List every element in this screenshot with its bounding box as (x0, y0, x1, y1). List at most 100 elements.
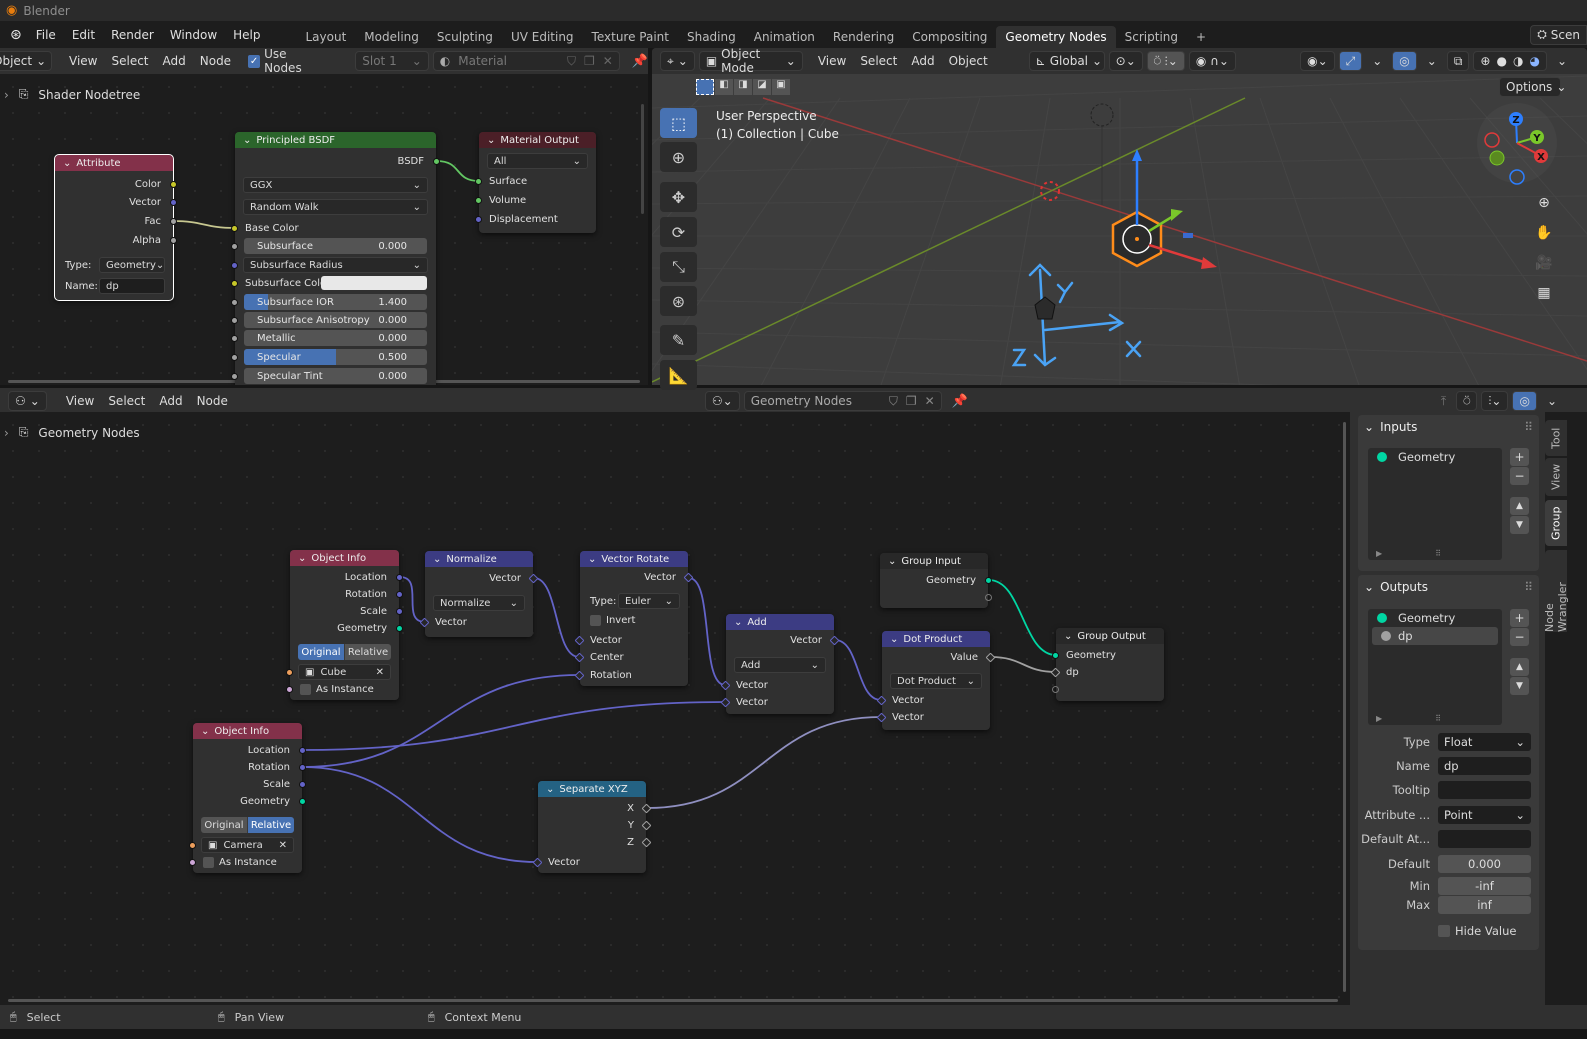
node-header[interactable]: ⌄ Group Output (1056, 628, 1164, 644)
mode-option-relative[interactable]: Relative (248, 817, 294, 833)
pan-hand-icon[interactable]: ✋ (1531, 220, 1557, 246)
output-socket-icon[interactable] (170, 198, 177, 206)
shader-editor-mode-dropdown[interactable]: Object⌄ (0, 51, 52, 71)
default-attribute-input[interactable] (1438, 829, 1531, 848)
cursor-tool[interactable]: ⊕ (660, 142, 697, 172)
slot-dropdown[interactable]: Slot 1 ⌄ (355, 51, 429, 71)
visibility-dropdown[interactable]: ◉⌄ (1300, 51, 1335, 71)
expand-triangle-icon[interactable]: ▶ (1376, 714, 1382, 723)
node-tree-selector[interactable]: Geometry Nodes ⛉ ❐ ✕ (743, 391, 942, 411)
fake-user-shield-icon[interactable]: ⛉ (567, 54, 576, 69)
geometry-node-canvas[interactable]: › ⎘ Geometry Nodes ⌄ Object Info Location Rot… (0, 412, 1350, 1005)
output-socket-icon[interactable] (170, 236, 177, 244)
shader-node-canvas[interactable]: › ⎘ Shader Nodetree ⌄ Attribute Color Vector F… (0, 74, 648, 385)
attribute-domain-dropdown[interactable]: Point ⌄ (1438, 805, 1531, 824)
node-header[interactable]: ⌄ Object Info (290, 550, 399, 566)
select-intersect-icon[interactable]: ▣ (772, 79, 790, 95)
checkbox[interactable] (203, 856, 214, 868)
socket-list-item[interactable]: dp (1372, 627, 1498, 645)
camera-view-icon[interactable]: 🎥 (1531, 250, 1557, 276)
move-up-button[interactable]: ▲ (1510, 497, 1529, 515)
add-input-button[interactable]: + (1510, 448, 1529, 466)
input-socket-icon[interactable] (231, 279, 238, 287)
node-dropdown[interactable]: Geometry ⌄ (99, 257, 165, 273)
node-slider-field[interactable]: Subsurface IOR 1.400 (244, 294, 427, 310)
node-header[interactable]: ⌄ Add (726, 614, 834, 630)
node-link[interactable] (990, 656, 1057, 673)
add-workspace-button[interactable]: + (1187, 26, 1215, 48)
input-socket-icon[interactable] (231, 372, 238, 380)
drag-handle-icon[interactable]: ⠿ (1524, 580, 1533, 594)
gizmo-toggle[interactable]: ⤢ (1338, 51, 1363, 71)
input-socket-icon[interactable] (231, 316, 238, 324)
max-field[interactable]: inf (1438, 895, 1531, 914)
node-menu-node[interactable]: Node (190, 394, 235, 408)
workspace-tab-layout[interactable]: Layout (297, 26, 356, 48)
pivot-point-dropdown[interactable]: ⊙⌄ (1108, 51, 1143, 71)
editor-type-dropdown[interactable]: ⚇ ⌄ (8, 391, 47, 411)
shader-menu-add[interactable]: Add (156, 54, 193, 68)
node-dropdown[interactable]: All ⌄ (487, 153, 588, 169)
socket-list-item[interactable]: Geometry (1368, 609, 1502, 627)
node-slider-field[interactable]: Subsurface Anisotropy 0.000 (244, 312, 427, 328)
shader-menu-view[interactable]: View (62, 54, 104, 68)
input-socket-icon[interactable] (286, 685, 293, 693)
node-dropdown[interactable]: GGX ⌄ (243, 177, 428, 193)
blender-menu-icon[interactable]: ⊛ (0, 27, 28, 43)
remove-output-button[interactable]: − (1510, 628, 1529, 646)
overlay-toggle[interactable]: ◎ (1512, 391, 1537, 411)
shader-menu-select[interactable]: Select (104, 54, 155, 68)
input-socket-icon[interactable] (475, 196, 482, 204)
default-field[interactable]: 0.000 (1438, 854, 1531, 873)
normalize-node[interactable]: ⌄ Normalize Vector Normalize ⌄ Vector (419, 551, 539, 637)
snap-toggle[interactable]: ⍥ (1456, 391, 1478, 411)
type-dropdown[interactable]: Float ⌄ (1438, 732, 1531, 751)
output-socket-icon[interactable] (299, 746, 306, 754)
collapse-chevron-icon[interactable]: ⌄ (201, 726, 209, 737)
node-menu-add[interactable]: Add (152, 394, 189, 408)
gizmo-dropdown[interactable]: ⌄ (1366, 54, 1388, 68)
scale-tool[interactable]: ⤡ (660, 252, 697, 282)
input-socket-icon[interactable] (231, 334, 238, 342)
attribute-node[interactable]: ⌄ Attribute Color Vector Fac Alpha Type: Geomet… (54, 154, 177, 301)
sidebar-tab-tool[interactable]: Tool (1545, 420, 1567, 456)
input-socket-icon[interactable] (231, 298, 238, 306)
workspace-tab-shading[interactable]: Shading (678, 26, 745, 48)
expand-triangle-icon[interactable]: ▶ (1376, 549, 1382, 558)
dot-product-node[interactable]: ⌄ Dot Product Value Dot Product ⌄ Vector Vecto… (876, 631, 996, 730)
wireframe-shading-icon[interactable]: ⊕ (1480, 54, 1490, 68)
workspace-tab-compositing[interactable]: Compositing (903, 26, 996, 48)
workspace-tab-modeling[interactable]: Modeling (355, 26, 428, 48)
object-info-node[interactable]: ⌄ Object Info Location Rotation Scale Geometr… (286, 550, 403, 700)
node-link[interactable] (172, 220, 236, 229)
add-output-button[interactable]: + (1510, 609, 1529, 627)
output-socket-icon[interactable] (396, 573, 403, 581)
close-icon[interactable]: ✕ (925, 394, 935, 408)
output-socket-icon[interactable] (299, 763, 306, 771)
node-header[interactable]: ⌄ Object Info (193, 723, 302, 739)
node-text-input[interactable]: dp (99, 278, 165, 294)
material-output-node[interactable]: ⌄ Material Output All ⌄ Surface Volume Displac… (475, 132, 596, 233)
duplicate-icon[interactable]: ❐ (584, 54, 595, 68)
node-link[interactable] (988, 579, 1057, 656)
mode-option-original[interactable]: Original (298, 644, 345, 660)
node-dropdown[interactable]: Random Walk ⌄ (243, 199, 428, 215)
node-link[interactable] (301, 701, 726, 751)
node-row[interactable]: As Instance (286, 680, 399, 698)
node-header[interactable]: ⌄ Group Input (880, 553, 988, 569)
color-swatch[interactable] (321, 276, 427, 290)
input-socket-icon[interactable] (1052, 651, 1059, 659)
tree-type-dropdown[interactable]: ⚇⌄ (704, 391, 740, 411)
shader-menu-node[interactable]: Node (193, 54, 238, 68)
overlay-dropdown[interactable]: ⌄ (1541, 394, 1563, 408)
node-link[interactable] (688, 577, 726, 686)
node-header[interactable]: ⌄ Attribute (55, 155, 173, 171)
material-selector[interactable]: ◐ Material ⛉ ❐ ✕ (432, 51, 620, 71)
pin-icon[interactable]: 📌 (632, 54, 648, 69)
move-down-button[interactable]: ▼ (1510, 677, 1529, 695)
node-dropdown[interactable]: Dot Product ⌄ (890, 673, 982, 689)
node-slider-field[interactable]: Metallic 0.000 (244, 330, 427, 346)
collapse-chevron-icon[interactable]: ⌄ (298, 553, 306, 564)
collapse-chevron-icon[interactable]: ⌄ (734, 617, 742, 628)
node-header[interactable]: ⌄ Normalize (425, 551, 533, 567)
